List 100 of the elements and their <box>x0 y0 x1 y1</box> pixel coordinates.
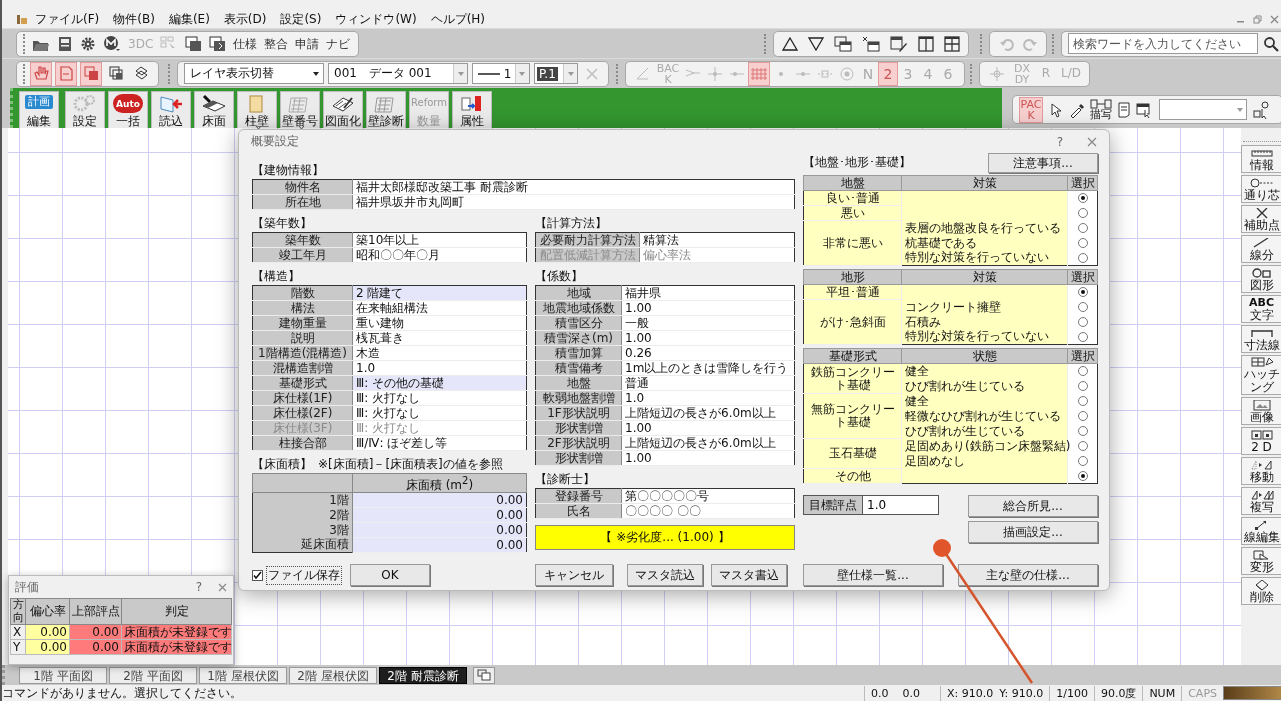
overall-button[interactable]: 総合所見... <box>968 495 1098 517</box>
field-value[interactable]: 1.00 <box>621 330 795 346</box>
dropper-icon[interactable] <box>1069 101 1085 118</box>
field-value[interactable]: 上階短辺の長さが6.0m以上 <box>621 435 795 451</box>
field-value[interactable]: 1.0 <box>352 360 527 376</box>
tool-button[interactable]: 情報 <box>1241 145 1281 173</box>
down-triangle-icon[interactable] <box>808 36 824 51</box>
cursor-icon[interactable] <box>1048 101 1064 118</box>
toolbar-button[interactable]: 仕様 <box>231 31 260 56</box>
tool-button[interactable]: 線分 <box>1241 235 1281 263</box>
main-walls-button[interactable]: 主な壁の仕様... <box>958 564 1098 586</box>
letter-m-circle-icon[interactable] <box>103 34 121 53</box>
master-load-button[interactable]: マスタ読込 <box>627 564 703 586</box>
toolbar-button[interactable]: 整合 <box>262 31 291 56</box>
field-value[interactable]: 桟瓦葺き <box>352 330 527 346</box>
field-value[interactable]: 1.00 <box>621 420 795 436</box>
field-value[interactable]: 福井県坂井市丸岡町 <box>352 194 795 210</box>
field-value[interactable]: Ⅲ: 火打なし <box>352 390 527 406</box>
field-value[interactable]: Ⅲ/Ⅳ: ほぞ差し等 <box>352 435 527 451</box>
shapes-cursor-icon[interactable] <box>1252 100 1270 119</box>
ribbon-button[interactable]: 壁番号 <box>280 91 320 128</box>
window-edit-icon[interactable] <box>890 35 908 52</box>
field-value[interactable]: 〇〇〇〇 〇〇 <box>621 503 795 519</box>
field-value[interactable]: 重い建物 <box>352 315 527 331</box>
field-value[interactable]: 0.26 <box>621 345 795 361</box>
tool-button[interactable]: ハッチング <box>1241 355 1281 395</box>
layers-icon[interactable] <box>107 65 125 82</box>
menu-item[interactable]: 表示(D) <box>216 10 274 28</box>
close-icon[interactable] <box>218 582 227 592</box>
copy-style-button[interactable]: 描写 <box>1090 99 1112 120</box>
ok-button[interactable]: OK <box>350 564 430 586</box>
data-select[interactable]: 001 データ 001 <box>328 63 468 84</box>
menu-item[interactable]: ヘルプ(H) <box>423 10 493 28</box>
radio-button[interactable] <box>1077 331 1088 342</box>
tool-button[interactable]: 線編集 <box>1241 517 1281 545</box>
sheet-tab[interactable]: 2階 屋根伏図 <box>289 666 377 684</box>
radio-button[interactable] <box>1077 396 1088 406</box>
dropdown-field[interactable] <box>1159 99 1247 120</box>
tool-button[interactable]: 寸法線 <box>1241 325 1281 353</box>
radio-button[interactable] <box>1077 223 1088 233</box>
restore-icon[interactable] <box>1253 14 1262 24</box>
field-value[interactable]: 福井県 <box>621 285 795 301</box>
radio-button[interactable] <box>1077 193 1088 204</box>
radio-button[interactable] <box>1077 381 1088 391</box>
ribbon-button[interactable]: 柱壁 <box>237 91 277 128</box>
toolbar-button[interactable]: 申請 <box>293 31 322 56</box>
ribbon-button[interactable]: 壁診断 <box>366 91 406 128</box>
hand-icon[interactable] <box>32 65 50 82</box>
field-value[interactable]: 第〇〇〇〇〇号 <box>621 488 795 504</box>
toolbar-button[interactable]: ナビ <box>324 31 353 56</box>
menu-item[interactable]: ウィンドウ(W) <box>328 10 424 28</box>
up-triangle-icon[interactable] <box>782 36 798 51</box>
menu-item[interactable]: 物件(B) <box>106 10 162 28</box>
deterioration-button[interactable]: 【 ※劣化度... (1.00) 】 <box>535 525 795 550</box>
tool-button[interactable]: ABC 文字 <box>1241 295 1281 323</box>
field-value[interactable]: 1.0 <box>621 390 795 406</box>
field-value[interactable]: 一般 <box>621 315 795 331</box>
wall-list-button[interactable]: 壁仕様一覧... <box>803 564 943 586</box>
notes-button[interactable]: 注意事項... <box>988 153 1098 173</box>
tool-button[interactable]: 複写 <box>1241 487 1281 515</box>
split-vertical-icon[interactable] <box>918 35 934 52</box>
ribbon-button[interactable]: 床面 <box>194 91 234 128</box>
field-value[interactable]: 在来軸組構法 <box>352 300 527 316</box>
tool-button[interactable]: 移動 <box>1241 457 1281 485</box>
tool-button[interactable]: 通り芯 <box>1241 175 1281 203</box>
target-score-field[interactable]: 1.0 <box>863 495 939 515</box>
page-icon[interactable] <box>57 65 75 82</box>
radio-button[interactable] <box>1077 287 1088 298</box>
split-grid-icon[interactable] <box>944 35 960 52</box>
settings-icon[interactable] <box>80 35 96 52</box>
field-value[interactable]: 1.00 <box>621 300 795 316</box>
layer-icon[interactable] <box>185 35 203 52</box>
ribbon-button[interactable]: 設定 <box>65 91 105 128</box>
search-icon[interactable] <box>1263 35 1279 52</box>
checkbox[interactable] <box>252 569 263 581</box>
search-field[interactable]: 検索ワードを入力してください <box>1068 33 1258 54</box>
drawing-settings-button[interactable]: 描画設定... <box>968 521 1098 543</box>
ribbon-button[interactable]: 計画 編集 <box>19 91 59 128</box>
field-value[interactable]: 木造 <box>352 345 527 361</box>
field-value[interactable]: 福井太郎様邸改築工事 耐震診断 <box>352 179 795 195</box>
tool-button[interactable]: 画像 <box>1241 397 1281 425</box>
tool-button[interactable]: 変形 <box>1241 547 1281 575</box>
sheet-tab[interactable]: 1階 平面図 <box>19 666 107 684</box>
field-value[interactable]: 築10年以上 <box>352 232 527 248</box>
close-icon[interactable] <box>1087 136 1097 147</box>
radio-button[interactable] <box>1077 252 1088 263</box>
line-select[interactable]: 1 <box>472 63 530 84</box>
menu-item[interactable]: 設定(S) <box>273 10 329 28</box>
save-icon[interactable] <box>58 35 72 52</box>
help-button[interactable]: ? <box>1056 134 1063 149</box>
field-value[interactable]: 精算法 <box>639 232 795 248</box>
master-save-button[interactable]: マスタ書込 <box>711 564 787 586</box>
ribbon-button[interactable]: 属性 <box>452 91 492 128</box>
radio-button[interactable] <box>1077 366 1088 377</box>
radio-button[interactable] <box>1077 441 1088 451</box>
sheet-tab[interactable]: 2階 耐震診断 <box>379 666 467 684</box>
ribbon-button[interactable]: 読込 <box>151 91 191 128</box>
ribbon-button[interactable]: Auto 一括 <box>108 91 148 128</box>
windows-icon[interactable] <box>477 669 491 681</box>
field-value[interactable]: 普通 <box>621 375 795 391</box>
